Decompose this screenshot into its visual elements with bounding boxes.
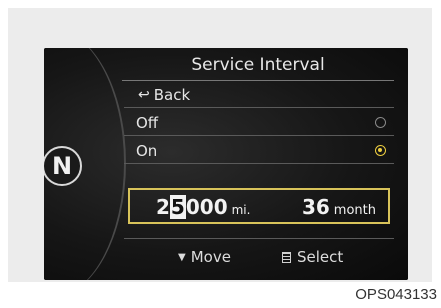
interval-setting-box[interactable]: 2 5 0 0 0 mi. 36 month <box>128 188 390 224</box>
mileage-value[interactable]: 2 5 0 0 0 mi. <box>156 195 250 219</box>
figure-frame: N Service Interval ↩ Back Off On 2 5 0 0… <box>8 8 432 282</box>
footer-divider <box>124 238 394 239</box>
option-off-label: Off <box>136 113 159 132</box>
move-label: Move <box>190 248 231 266</box>
months-number: 36 <box>301 195 330 219</box>
mileage-digit: 0 <box>199 195 214 219</box>
figure-caption: OPS043133 <box>355 286 437 303</box>
select-label: Select <box>297 248 344 266</box>
cluster-display: N Service Interval ↩ Back Off On 2 5 0 0… <box>44 48 408 280</box>
back-label: Back <box>153 85 191 104</box>
move-hint: ▼ Move <box>178 248 231 266</box>
mileage-digit-cursor[interactable]: 5 <box>169 195 186 219</box>
footer-hints: ▼ Move Select <box>124 244 394 270</box>
select-hint: Select <box>282 248 343 266</box>
mileage-digit: 0 <box>185 195 200 219</box>
down-triangle-icon: ▼ <box>178 251 186 263</box>
menu-title: Service Interval <box>191 55 325 75</box>
back-item[interactable]: ↩ Back <box>124 82 394 108</box>
mileage-digit: 2 <box>156 195 170 219</box>
radio-off-icon[interactable] <box>375 117 386 128</box>
gear-letter: N <box>51 152 73 180</box>
months-unit: month <box>333 203 376 218</box>
option-on-label: On <box>136 141 158 160</box>
option-off[interactable]: Off <box>124 110 394 136</box>
months-value[interactable]: 36 month <box>302 195 376 219</box>
back-arrow-icon: ↩ <box>138 86 150 103</box>
menu-title-bar: Service Interval <box>122 50 394 81</box>
mileage-unit: mi. <box>231 203 251 217</box>
option-on[interactable]: On <box>124 138 394 164</box>
radio-on-selected-icon[interactable] <box>375 145 386 156</box>
mileage-digit: 0 <box>213 195 228 219</box>
select-button-icon <box>282 251 291 263</box>
